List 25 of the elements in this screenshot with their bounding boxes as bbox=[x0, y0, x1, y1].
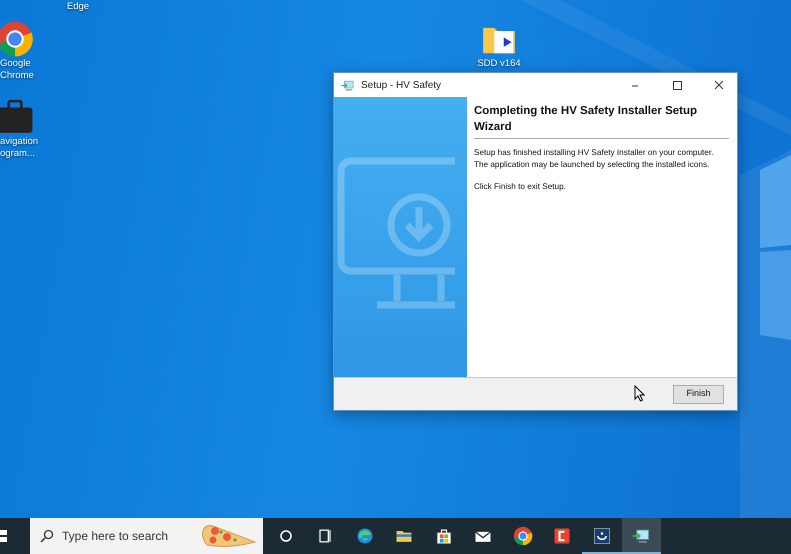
desktop-icon-label[interactable]: SDD v164 bbox=[477, 58, 521, 70]
window-title: Setup - HV Safety bbox=[361, 78, 442, 92]
search-field[interactable]: Type here to search bbox=[30, 518, 263, 554]
desktop-icon-label[interactable]: ogram... bbox=[0, 148, 35, 160]
maximize-icon bbox=[671, 80, 683, 90]
briefcase-icon[interactable] bbox=[0, 98, 34, 136]
chrome-icon bbox=[512, 526, 533, 546]
desktop-icon-label[interactable]: Chrome bbox=[0, 70, 34, 82]
mouse-pointer-icon bbox=[634, 385, 645, 402]
close-icon bbox=[713, 80, 725, 90]
search-placeholder: Type here to search bbox=[62, 528, 170, 545]
desktop-icon-label[interactable]: Edge bbox=[66, 1, 90, 13]
finish-button[interactable]: Finish bbox=[673, 384, 724, 404]
desktop-icon-label[interactable]: Google bbox=[0, 58, 31, 70]
app-icon bbox=[592, 526, 612, 546]
desktop-icon-label[interactable]: avigation bbox=[0, 136, 38, 148]
search-icon bbox=[40, 529, 54, 543]
wizard-text: Setup has finished installing HV Safety Installer on your computer. The application may be launched by selecting the installed icons. bbox=[474, 147, 714, 170]
edge-icon bbox=[354, 526, 375, 546]
app-icon bbox=[552, 526, 572, 546]
taskbar-app[interactable] bbox=[622, 518, 661, 554]
wizard-heading: Completing the HV Safety Installer Setup Wizard bbox=[474, 103, 729, 139]
wizard-text: Click Finish to exit Setup. bbox=[474, 181, 567, 192]
pizza-drawing bbox=[199, 523, 257, 549]
chrome-icon[interactable] bbox=[0, 20, 34, 58]
